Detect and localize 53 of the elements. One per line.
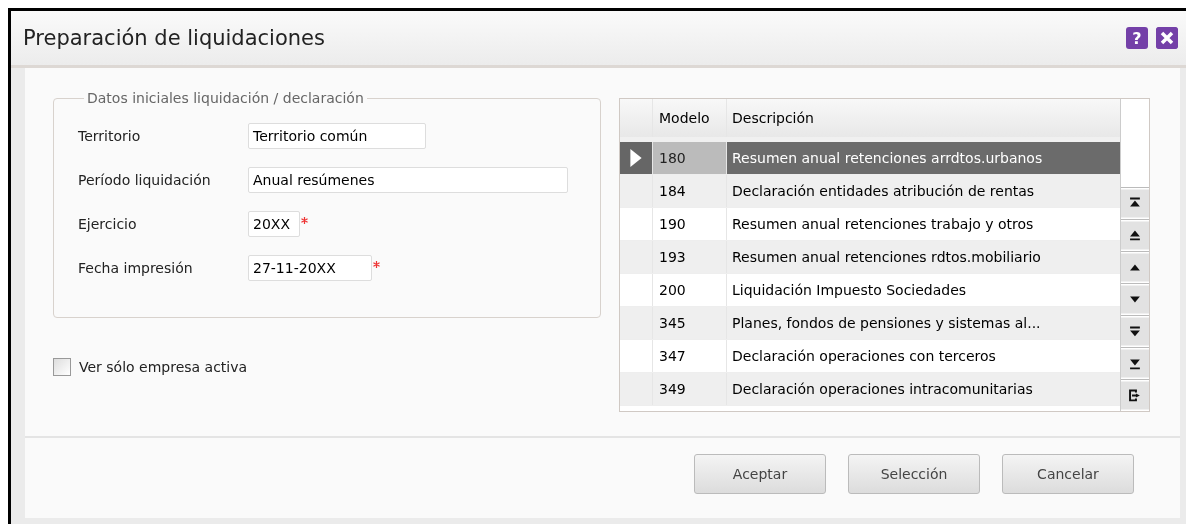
field-label: Ejercicio: [78, 216, 138, 232]
table-cell-text: Declaración operaciones intracomunitarias: [731, 380, 1034, 399]
dialog-button[interactable]: Cancelar: [1002, 454, 1134, 494]
page-up-icon[interactable]: [1121, 219, 1149, 251]
table-cell: 190: [653, 208, 727, 240]
input-field[interactable]: 27-11-20XX: [248, 255, 372, 281]
dialog-button[interactable]: Aceptar: [694, 454, 826, 494]
input-field[interactable]: Anual resúmenes: [248, 167, 568, 193]
required-icon: [373, 261, 380, 268]
table-cell-text: Resumen anual retenciones rdtos.mobiliario: [731, 248, 1042, 267]
table-cell: 345: [653, 307, 727, 339]
down-arrow-icon[interactable]: [1121, 283, 1149, 315]
field-label: Fecha impresión: [78, 260, 194, 276]
table-row[interactable]: 200 Liquidación Impuesto Sociedades: [620, 274, 1120, 307]
table-cell-text: Liquidación Impuesto Sociedades: [731, 281, 968, 300]
table-row[interactable]: 184 Declaración entidades atribución de rentas: [620, 175, 1120, 208]
column-header[interactable]: Descripción: [727, 99, 1120, 137]
table-row[interactable]: 345 Planes, fondos de pensiones y sistemas al...: [620, 307, 1120, 340]
checkbox[interactable]: [53, 358, 71, 376]
help-button[interactable]: ?: [1126, 27, 1148, 49]
dialog-button[interactable]: Selección: [848, 454, 980, 494]
last-page-icon[interactable]: [1121, 347, 1149, 379]
input-field[interactable]: Territorio común: [248, 123, 426, 149]
group-legend: Datos iniciales liquidación / declaración: [84, 90, 367, 106]
table-cell-text: Declaración entidades atribución de rentas: [731, 182, 1036, 201]
table-row[interactable]: 193 Resumen anual retenciones rdtos.mobiliario: [620, 241, 1120, 274]
up-arrow-icon[interactable]: [1121, 251, 1149, 283]
first-page-icon[interactable]: [1121, 187, 1149, 219]
field-label: Territorio: [78, 128, 142, 144]
table-cell-text: Planes, fondos de pensiones y sistemas al...: [731, 314, 1042, 333]
table-cell: 200: [653, 274, 727, 306]
window-title: Preparación de liquidaciones: [23, 26, 325, 50]
table-row[interactable]: 349 Declaración operaciones intracomunitarias: [620, 373, 1120, 406]
table-row[interactable]: 347 Declaración operaciones con terceros: [620, 340, 1120, 373]
checkbox-label[interactable]: Ver sólo empresa activa: [79, 359, 248, 375]
table-cell: 184: [653, 175, 727, 207]
table-cell: 347: [653, 340, 727, 372]
table-row[interactable]: 180 Resumen anual retenciones arrdtos.urbanos: [620, 142, 1120, 175]
input-field[interactable]: 20XX: [248, 211, 300, 237]
row-pointer-icon: [630, 149, 642, 167]
table-row[interactable]: 190 Resumen anual retenciones trabajo y otros: [620, 208, 1120, 241]
table-cell-text: Resumen anual retenciones trabajo y otros: [731, 215, 1035, 234]
table-cell-text: Resumen anual retenciones arrdtos.urbanos: [731, 149, 1044, 168]
column-header[interactable]: Modelo: [653, 99, 727, 137]
required-icon: [301, 217, 308, 224]
close-button[interactable]: [1156, 27, 1178, 49]
export-icon[interactable]: [1121, 379, 1149, 411]
field-label: Período liquidación: [78, 172, 212, 188]
table-cell: 180: [653, 142, 727, 174]
table-cell: 193: [653, 241, 727, 273]
page-down-icon[interactable]: [1121, 315, 1149, 347]
table-cell-text: Declaración operaciones con terceros: [731, 347, 997, 366]
table-cell: 349: [653, 373, 727, 405]
